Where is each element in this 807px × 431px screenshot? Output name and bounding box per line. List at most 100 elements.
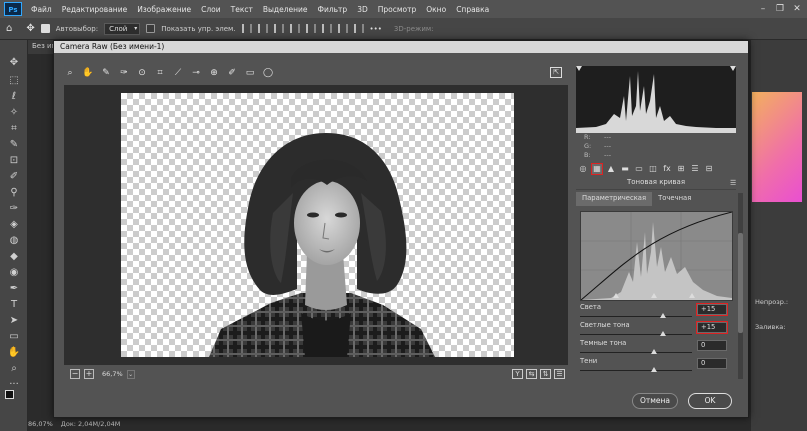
split-handle-highlights[interactable] (689, 293, 695, 298)
close-button[interactable]: ✕ (788, 0, 806, 18)
split-handle-mid[interactable] (651, 293, 657, 298)
bucket-tool-icon[interactable]: ◍ (6, 234, 22, 248)
hand-icon[interactable]: ✋ (82, 67, 94, 79)
panel-menu-icon[interactable]: ☰ (730, 179, 736, 187)
cancel-button[interactable]: Отмена (632, 393, 678, 409)
zoom-out-button[interactable]: − (70, 369, 80, 379)
zoom-status[interactable]: 86,07% (28, 420, 53, 431)
detail-panel-icon[interactable]: ▲ (606, 164, 616, 174)
tone-curve-graph[interactable] (580, 211, 733, 301)
autoselect-checkbox[interactable] (40, 24, 50, 33)
tone-curve-panel-icon[interactable]: ▦ (591, 163, 603, 175)
dodge-tool-icon[interactable]: ◉ (6, 266, 22, 280)
red-eye-icon[interactable]: ⊕ (208, 67, 220, 79)
effects-panel-icon[interactable]: fx (662, 164, 672, 174)
adjustment-brush-icon[interactable]: ✐ (226, 67, 238, 79)
zoom-tool-icon[interactable]: ⌕ (6, 362, 22, 376)
menu-filter[interactable]: Фильтр (313, 5, 353, 14)
zoom-icon[interactable]: ⌕ (64, 67, 76, 79)
move-tool-icon[interactable]: ✥ (26, 23, 34, 34)
align-left-icon[interactable] (241, 24, 252, 33)
align-center-icon[interactable] (257, 24, 268, 33)
type-tool-icon[interactable]: T (6, 298, 22, 312)
zoom-in-button[interactable]: + (84, 369, 94, 379)
foreground-color-swatch[interactable] (5, 390, 14, 399)
slider-highlights-track[interactable] (580, 316, 692, 317)
radial-filter-icon[interactable]: ◯ (262, 67, 274, 79)
align-right-icon[interactable] (273, 24, 284, 33)
slider-lights-track[interactable] (580, 334, 692, 335)
open-preferences-icon[interactable]: ⇱ (550, 67, 562, 78)
blur-tool-icon[interactable]: ◆ (6, 250, 22, 264)
tab-parametric[interactable]: Параметрическая (576, 192, 653, 206)
crop-icon[interactable]: ⌗ (154, 67, 166, 79)
slider-darks-value[interactable]: 0 (697, 340, 727, 351)
split-toning-panel-icon[interactable]: ▭ (634, 164, 644, 174)
menu-file[interactable]: Файл (26, 5, 57, 14)
graduated-filter-icon[interactable]: ▭ (244, 67, 256, 79)
tab-point[interactable]: Точечная (652, 192, 697, 206)
ok-button[interactable]: OK (688, 393, 732, 409)
more-options-icon[interactable]: ••• (370, 25, 382, 33)
basic-panel-icon[interactable]: ◎ (578, 164, 588, 174)
image-canvas[interactable] (121, 93, 514, 357)
lens-panel-icon[interactable]: ◫ (648, 164, 658, 174)
menu-edit[interactable]: Редактирование (57, 5, 132, 14)
menu-view[interactable]: Просмотр (373, 5, 422, 14)
magic-wand-icon[interactable]: ✧ (6, 106, 22, 120)
slider-darks-track[interactable] (580, 352, 692, 353)
minimize-button[interactable]: – (754, 0, 772, 18)
pen-tool-icon[interactable]: ✒ (6, 282, 22, 296)
hsl-panel-icon[interactable]: ▬ (620, 164, 630, 174)
view-mode-y-button[interactable]: Y (512, 369, 523, 379)
home-icon[interactable]: ⌂ (6, 23, 12, 34)
distribute-spacing-icon[interactable] (353, 24, 364, 33)
align-middle-icon[interactable] (305, 24, 316, 33)
align-bottom-icon[interactable] (321, 24, 332, 33)
panel-scrollbar[interactable] (738, 193, 743, 379)
shape-tool-icon[interactable]: ▭ (6, 330, 22, 344)
path-select-icon[interactable]: ➤ (6, 314, 22, 328)
before-after-button[interactable]: ⇆ (526, 369, 537, 379)
maximize-button[interactable]: ❐ (771, 0, 789, 18)
brush-tool-icon[interactable]: ✐ (6, 170, 22, 184)
targeted-adjustment-icon[interactable]: ⊙ (136, 67, 148, 79)
slider-shadows-track[interactable] (580, 370, 692, 371)
align-top-icon[interactable] (289, 24, 300, 33)
marquee-tool-icon[interactable]: ⬚ (6, 74, 22, 88)
menu-help[interactable]: Справка (451, 5, 494, 14)
view-settings-button[interactable]: ☰ (554, 369, 565, 379)
slider-shadows-value[interactable]: 0 (697, 358, 727, 369)
split-handle-shadows[interactable] (613, 293, 619, 298)
slider-shadows-thumb[interactable] (651, 367, 657, 372)
show-controls-checkbox[interactable] (146, 24, 156, 33)
snapshots-panel-icon[interactable]: ⊟ (704, 164, 714, 174)
calibration-panel-icon[interactable]: ⊞ (676, 164, 686, 174)
spot-removal-icon[interactable]: ⊸ (190, 67, 202, 79)
slider-darks-thumb[interactable] (651, 349, 657, 354)
white-balance-icon[interactable]: ✎ (100, 67, 112, 79)
color-sampler-icon[interactable]: ✑ (118, 67, 130, 79)
distribute-icon[interactable] (337, 24, 348, 33)
slider-highlights-value[interactable]: +15 (696, 303, 728, 316)
crop-tool-icon[interactable]: ⌗ (6, 122, 22, 136)
move-tool-icon[interactable]: ✥ (6, 56, 22, 70)
presets-panel-icon[interactable]: ☰ (690, 164, 700, 174)
menu-type[interactable]: Текст (226, 5, 258, 14)
menu-select[interactable]: Выделение (258, 5, 313, 14)
menu-window[interactable]: Окно (421, 5, 451, 14)
autoselect-dropdown[interactable]: Слой (104, 22, 141, 35)
zoom-dropdown[interactable]: ⌄ (126, 369, 135, 379)
healing-brush-icon[interactable]: ⊡ (6, 154, 22, 168)
eraser-tool-icon[interactable]: ◈ (6, 218, 22, 232)
stamp-tool-icon[interactable]: ⚲ (6, 186, 22, 200)
straighten-icon[interactable]: ⟋ (172, 67, 184, 79)
slider-highlights-thumb[interactable] (660, 313, 666, 318)
lasso-tool-icon[interactable]: ℓ (6, 90, 22, 104)
eyedropper-icon[interactable]: ✎ (6, 138, 22, 152)
history-brush-icon[interactable]: ✑ (6, 202, 22, 216)
slider-lights-value[interactable]: +15 (696, 321, 728, 334)
slider-lights-thumb[interactable] (660, 331, 666, 336)
hand-tool-icon[interactable]: ✋ (6, 346, 22, 360)
scrollbar-thumb[interactable] (738, 233, 743, 333)
